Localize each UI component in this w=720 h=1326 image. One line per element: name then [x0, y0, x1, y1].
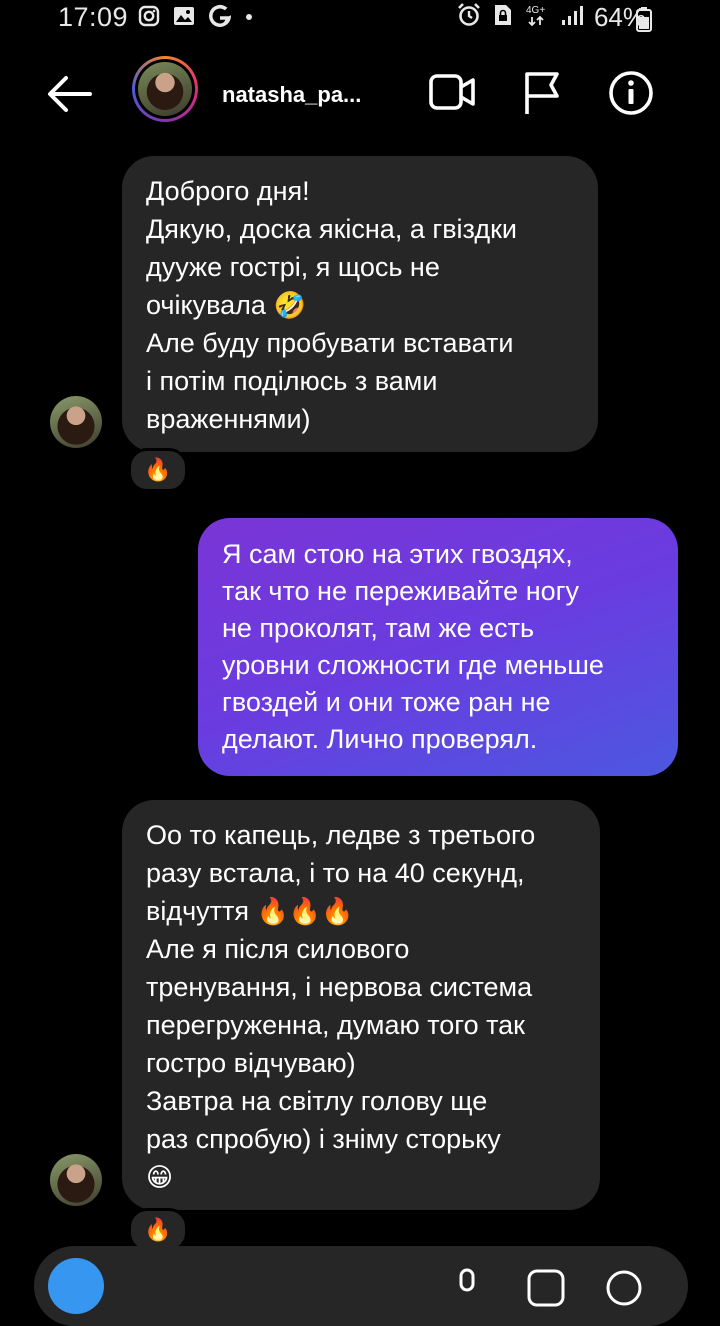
lock-file-icon — [492, 2, 514, 33]
message-line: очікувала — [146, 290, 266, 320]
info-button[interactable] — [608, 70, 654, 121]
info-icon — [608, 71, 654, 120]
message-line: гвоздей и они тоже ран не — [222, 687, 551, 717]
network-4g-icon: 4G+ — [524, 2, 550, 33]
signal-icon — [560, 3, 584, 32]
instagram-notification-icon — [138, 5, 160, 32]
message-line: відчуття — [146, 896, 250, 926]
svg-text:4G+: 4G+ — [526, 5, 545, 16]
message-line: Доброго дня! — [146, 176, 310, 206]
sticker-icon — [604, 1268, 644, 1313]
message-line: Але буду пробувати вставати — [146, 328, 514, 358]
camera-button[interactable] — [48, 1258, 104, 1314]
message-line: Я сам стою на этих гвоздях, — [222, 539, 573, 569]
flag-icon — [522, 72, 562, 120]
alarm-icon — [456, 2, 482, 33]
message-line: не проколят, там же есть — [222, 613, 535, 643]
message-line: разу встала, і то на 40 секунд, — [146, 858, 525, 888]
message-line: уровни сложности где меньше — [222, 650, 604, 680]
chat-username[interactable]: natasha_pa... — [222, 82, 361, 108]
fire-emoji: 🔥🔥🔥 — [256, 896, 354, 926]
outgoing-message[interactable]: Я сам стою на этих гвоздях, так что не п… — [198, 518, 678, 776]
message-line: Оо то капець, ледве з третього — [146, 820, 536, 850]
message-line: Дякую, доска якісна, а гвіздки — [146, 214, 517, 244]
sender-avatar[interactable] — [50, 1154, 102, 1206]
incoming-message[interactable]: Оо то капець, ледве з третього разу вста… — [122, 800, 600, 1210]
message-line: перегруженна, думаю того так — [146, 1010, 525, 1040]
fire-emoji: 🔥 — [144, 457, 172, 482]
profile-photo — [138, 62, 192, 116]
message-line: гостро відчуваю) — [146, 1048, 356, 1078]
grin-emoji: 😁 — [146, 1162, 174, 1192]
incoming-message[interactable]: Доброго дня! Дякую, доска якісна, а гвіз… — [122, 156, 598, 452]
back-button[interactable] — [46, 74, 92, 114]
message-line: делают. Лично проверял. — [222, 724, 538, 754]
gallery-notification-icon — [172, 5, 196, 32]
message-line: Але я після силового — [146, 934, 410, 964]
chat-header: natasha_pa... — [0, 52, 720, 138]
google-notification-icon — [208, 4, 232, 33]
microphone-icon — [452, 1266, 482, 1311]
message-line: так что не переживайте ногу — [222, 576, 579, 606]
arrow-left-icon — [46, 76, 92, 118]
report-button[interactable] — [522, 70, 562, 121]
message-line: враженнями) — [146, 404, 311, 434]
video-call-icon — [428, 74, 476, 118]
header-avatar[interactable] — [132, 56, 198, 122]
message-line: раз спробую) і зніму сторьку — [146, 1124, 501, 1154]
video-call-button[interactable] — [428, 70, 476, 119]
fire-emoji: 🔥 — [144, 1217, 172, 1242]
gallery-icon — [526, 1268, 566, 1313]
message-composer[interactable] — [34, 1246, 688, 1326]
message-line: тренування, і нервова система — [146, 972, 533, 1002]
sender-avatar[interactable] — [50, 396, 102, 448]
status-time: 17:09 — [58, 2, 129, 32]
dot-icon — [244, 9, 254, 27]
message-line: дууже гострі, я щось не — [146, 252, 440, 282]
message-line: і потім поділюсь з вами — [146, 366, 438, 396]
rofl-emoji: 🤣 — [273, 290, 306, 320]
status-bar: 17:09 4G+ 64% — [0, 0, 720, 36]
battery-icon — [636, 6, 652, 37]
message-line: Завтра на світлу голову ще — [146, 1086, 488, 1116]
message-reaction[interactable]: 🔥 — [128, 448, 188, 492]
